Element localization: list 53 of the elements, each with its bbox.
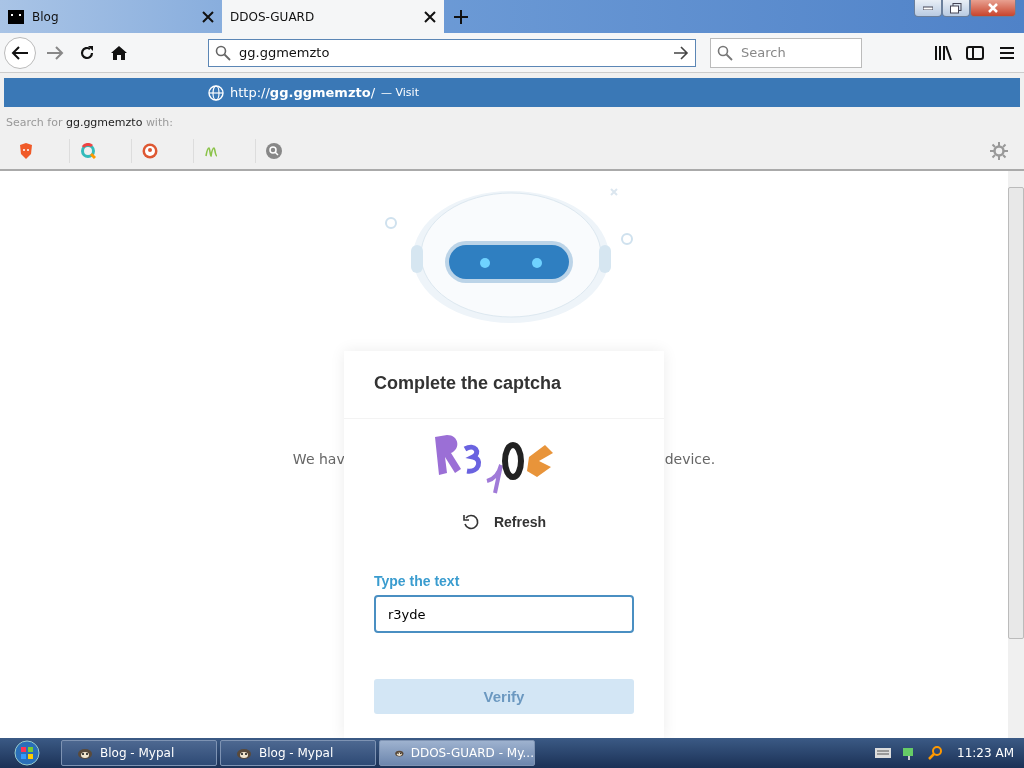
browser-tab[interactable]: Blog <box>0 0 222 33</box>
keyboard-icon[interactable] <box>875 748 892 758</box>
search-for-label: Search for gg.ggmemzto with: <box>6 115 173 129</box>
ring-icon[interactable] <box>80 143 96 159</box>
close-button[interactable] <box>970 0 1016 17</box>
scroll-thumb[interactable] <box>1008 187 1024 639</box>
magnifier-icon[interactable] <box>927 745 944 761</box>
library-icon <box>934 45 952 60</box>
taskbar-item[interactable]: Blog - Mypal <box>61 740 217 766</box>
search-icon <box>215 44 231 61</box>
plus-icon[interactable] <box>454 9 468 24</box>
reload-icon <box>79 44 95 61</box>
search-engine-icon[interactable] <box>266 143 282 159</box>
close-icon[interactable] <box>424 10 436 23</box>
arrow-left-icon <box>11 44 29 61</box>
minimize-icon <box>923 6 933 10</box>
visit-label: — Visit <box>381 86 419 99</box>
tab-title: Blog <box>32 9 60 24</box>
url-suggestion[interactable]: http://gg.ggmemzto/ — Visit <box>4 78 1020 107</box>
restore-button[interactable] <box>942 0 970 17</box>
refresh-button[interactable]: Refresh <box>457 509 551 535</box>
globe-icon <box>208 84 224 101</box>
search-field[interactable]: Search <box>710 37 862 68</box>
search-icon <box>717 44 733 61</box>
captcha-input[interactable]: r3yde <box>374 595 634 633</box>
refresh-icon <box>461 513 480 531</box>
close-icon <box>987 3 999 13</box>
home-icon <box>110 44 128 61</box>
lion-shield-icon[interactable] <box>18 143 34 159</box>
tab-title: DDOS-GUARD <box>230 9 316 24</box>
close-icon[interactable] <box>202 10 214 23</box>
address-bar[interactable]: gg.ggmemzto <box>208 38 696 67</box>
site-icon <box>8 9 24 24</box>
restore-icon <box>950 2 962 14</box>
notice-text: We hav <box>292 451 345 467</box>
scrollbar[interactable] <box>1008 171 1024 738</box>
arrow-right-icon <box>46 44 64 61</box>
menu-icon <box>1000 45 1014 60</box>
taskbar-item[interactable]: Blog - Mypal <box>220 740 376 766</box>
field-label: Type the text <box>374 573 461 589</box>
card-title: Complete the captcha <box>344 351 664 419</box>
search-input[interactable]: Search <box>739 44 843 61</box>
clock[interactable]: 11:23 AM <box>957 746 1014 760</box>
suggestion-url: http://gg.ggmemzto/ <box>230 85 375 100</box>
notice-text: device. <box>664 451 716 467</box>
sidebar-icon <box>966 45 984 60</box>
address-input[interactable]: gg.ggmemzto <box>237 44 667 61</box>
fox-icon <box>235 746 253 760</box>
arrow-right-icon[interactable] <box>673 45 689 60</box>
windows-logo-icon <box>14 740 40 766</box>
browser-tab[interactable]: DDOS-GUARD <box>222 0 444 33</box>
fox-icon <box>76 746 94 760</box>
back-button[interactable] <box>4 36 36 69</box>
